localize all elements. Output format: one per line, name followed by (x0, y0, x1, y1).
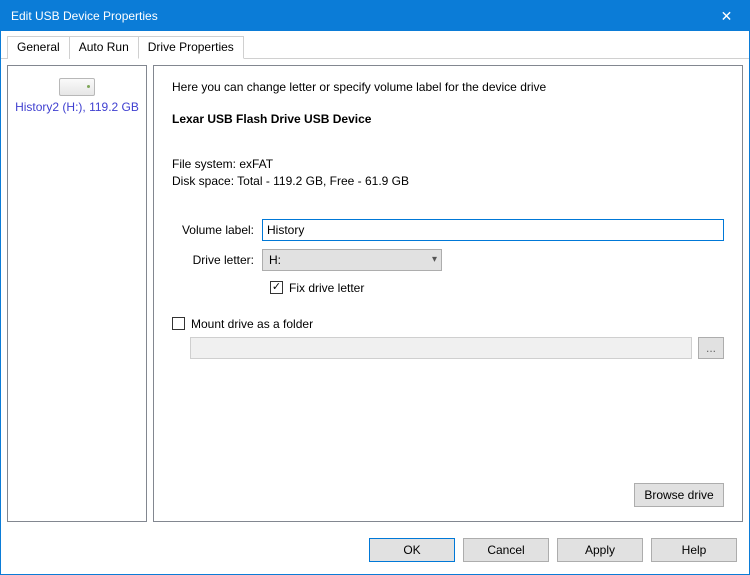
chevron-down-icon: ▾ (432, 254, 437, 265)
mount-as-folder-row: Mount drive as a folder (172, 317, 724, 331)
fix-drive-letter-row: ✓ Fix drive letter (270, 281, 724, 295)
intro-text: Here you can change letter or specify vo… (172, 80, 724, 94)
window-title: Edit USB Device Properties (11, 9, 704, 23)
disk-space-line: Disk space: Total - 119.2 GB, Free - 61.… (172, 173, 724, 190)
content-area: History2 (H:), 119.2 GB Here you can cha… (1, 59, 749, 528)
drive-letter-select[interactable]: H: ▾ (262, 249, 442, 271)
window: Edit USB Device Properties ✕ General Aut… (0, 0, 750, 575)
drive-list-item-label: History2 (H:), 119.2 GB (15, 100, 139, 114)
mount-path-input (190, 337, 692, 359)
apply-button[interactable]: Apply (557, 538, 643, 562)
cancel-button-label: Cancel (487, 543, 524, 557)
ok-button-label: OK (403, 543, 420, 557)
drive-properties-panel: Here you can change letter or specify vo… (153, 65, 743, 522)
ok-button[interactable]: OK (369, 538, 455, 562)
mount-path-row: ... (190, 337, 724, 359)
drive-letter-label: Drive letter: (172, 253, 262, 267)
tab-general[interactable]: General (7, 36, 70, 59)
apply-button-label: Apply (585, 543, 615, 557)
filesystem-info: File system: exFAT Disk space: Total - 1… (172, 156, 724, 191)
browse-drive-button[interactable]: Browse drive (634, 483, 724, 507)
cancel-button[interactable]: Cancel (463, 538, 549, 562)
drive-list-item[interactable]: History2 (H:), 119.2 GB (12, 70, 142, 120)
volume-label-row: Volume label: (172, 219, 724, 241)
drive-list: History2 (H:), 119.2 GB (7, 65, 147, 522)
close-button[interactable]: ✕ (704, 1, 749, 31)
ellipsis-icon: ... (706, 341, 716, 355)
help-button[interactable]: Help (651, 538, 737, 562)
device-name: Lexar USB Flash Drive USB Device (172, 112, 724, 126)
mount-as-folder-label: Mount drive as a folder (191, 317, 313, 331)
drive-letter-row: Drive letter: H: ▾ (172, 249, 724, 271)
browse-drive-label: Browse drive (644, 488, 713, 502)
volume-label-label: Volume label: (172, 223, 262, 237)
mount-as-folder-checkbox[interactable] (172, 317, 185, 330)
file-system-line: File system: exFAT (172, 156, 724, 173)
help-button-label: Help (682, 543, 707, 557)
drive-icon (59, 78, 95, 96)
tab-strip: General Auto Run Drive Properties (1, 31, 749, 59)
close-icon: ✕ (721, 8, 733, 25)
fix-drive-letter-checkbox[interactable]: ✓ (270, 281, 283, 294)
titlebar: Edit USB Device Properties ✕ (1, 1, 749, 31)
drive-letter-value: H: (269, 253, 281, 267)
fix-drive-letter-label: Fix drive letter (289, 281, 364, 295)
dialog-button-row: OK Cancel Apply Help (1, 528, 749, 574)
tab-drive-properties[interactable]: Drive Properties (138, 36, 244, 59)
volume-label-input[interactable] (262, 219, 724, 241)
tab-auto-run[interactable]: Auto Run (69, 36, 139, 59)
mount-path-browse-button[interactable]: ... (698, 337, 724, 359)
